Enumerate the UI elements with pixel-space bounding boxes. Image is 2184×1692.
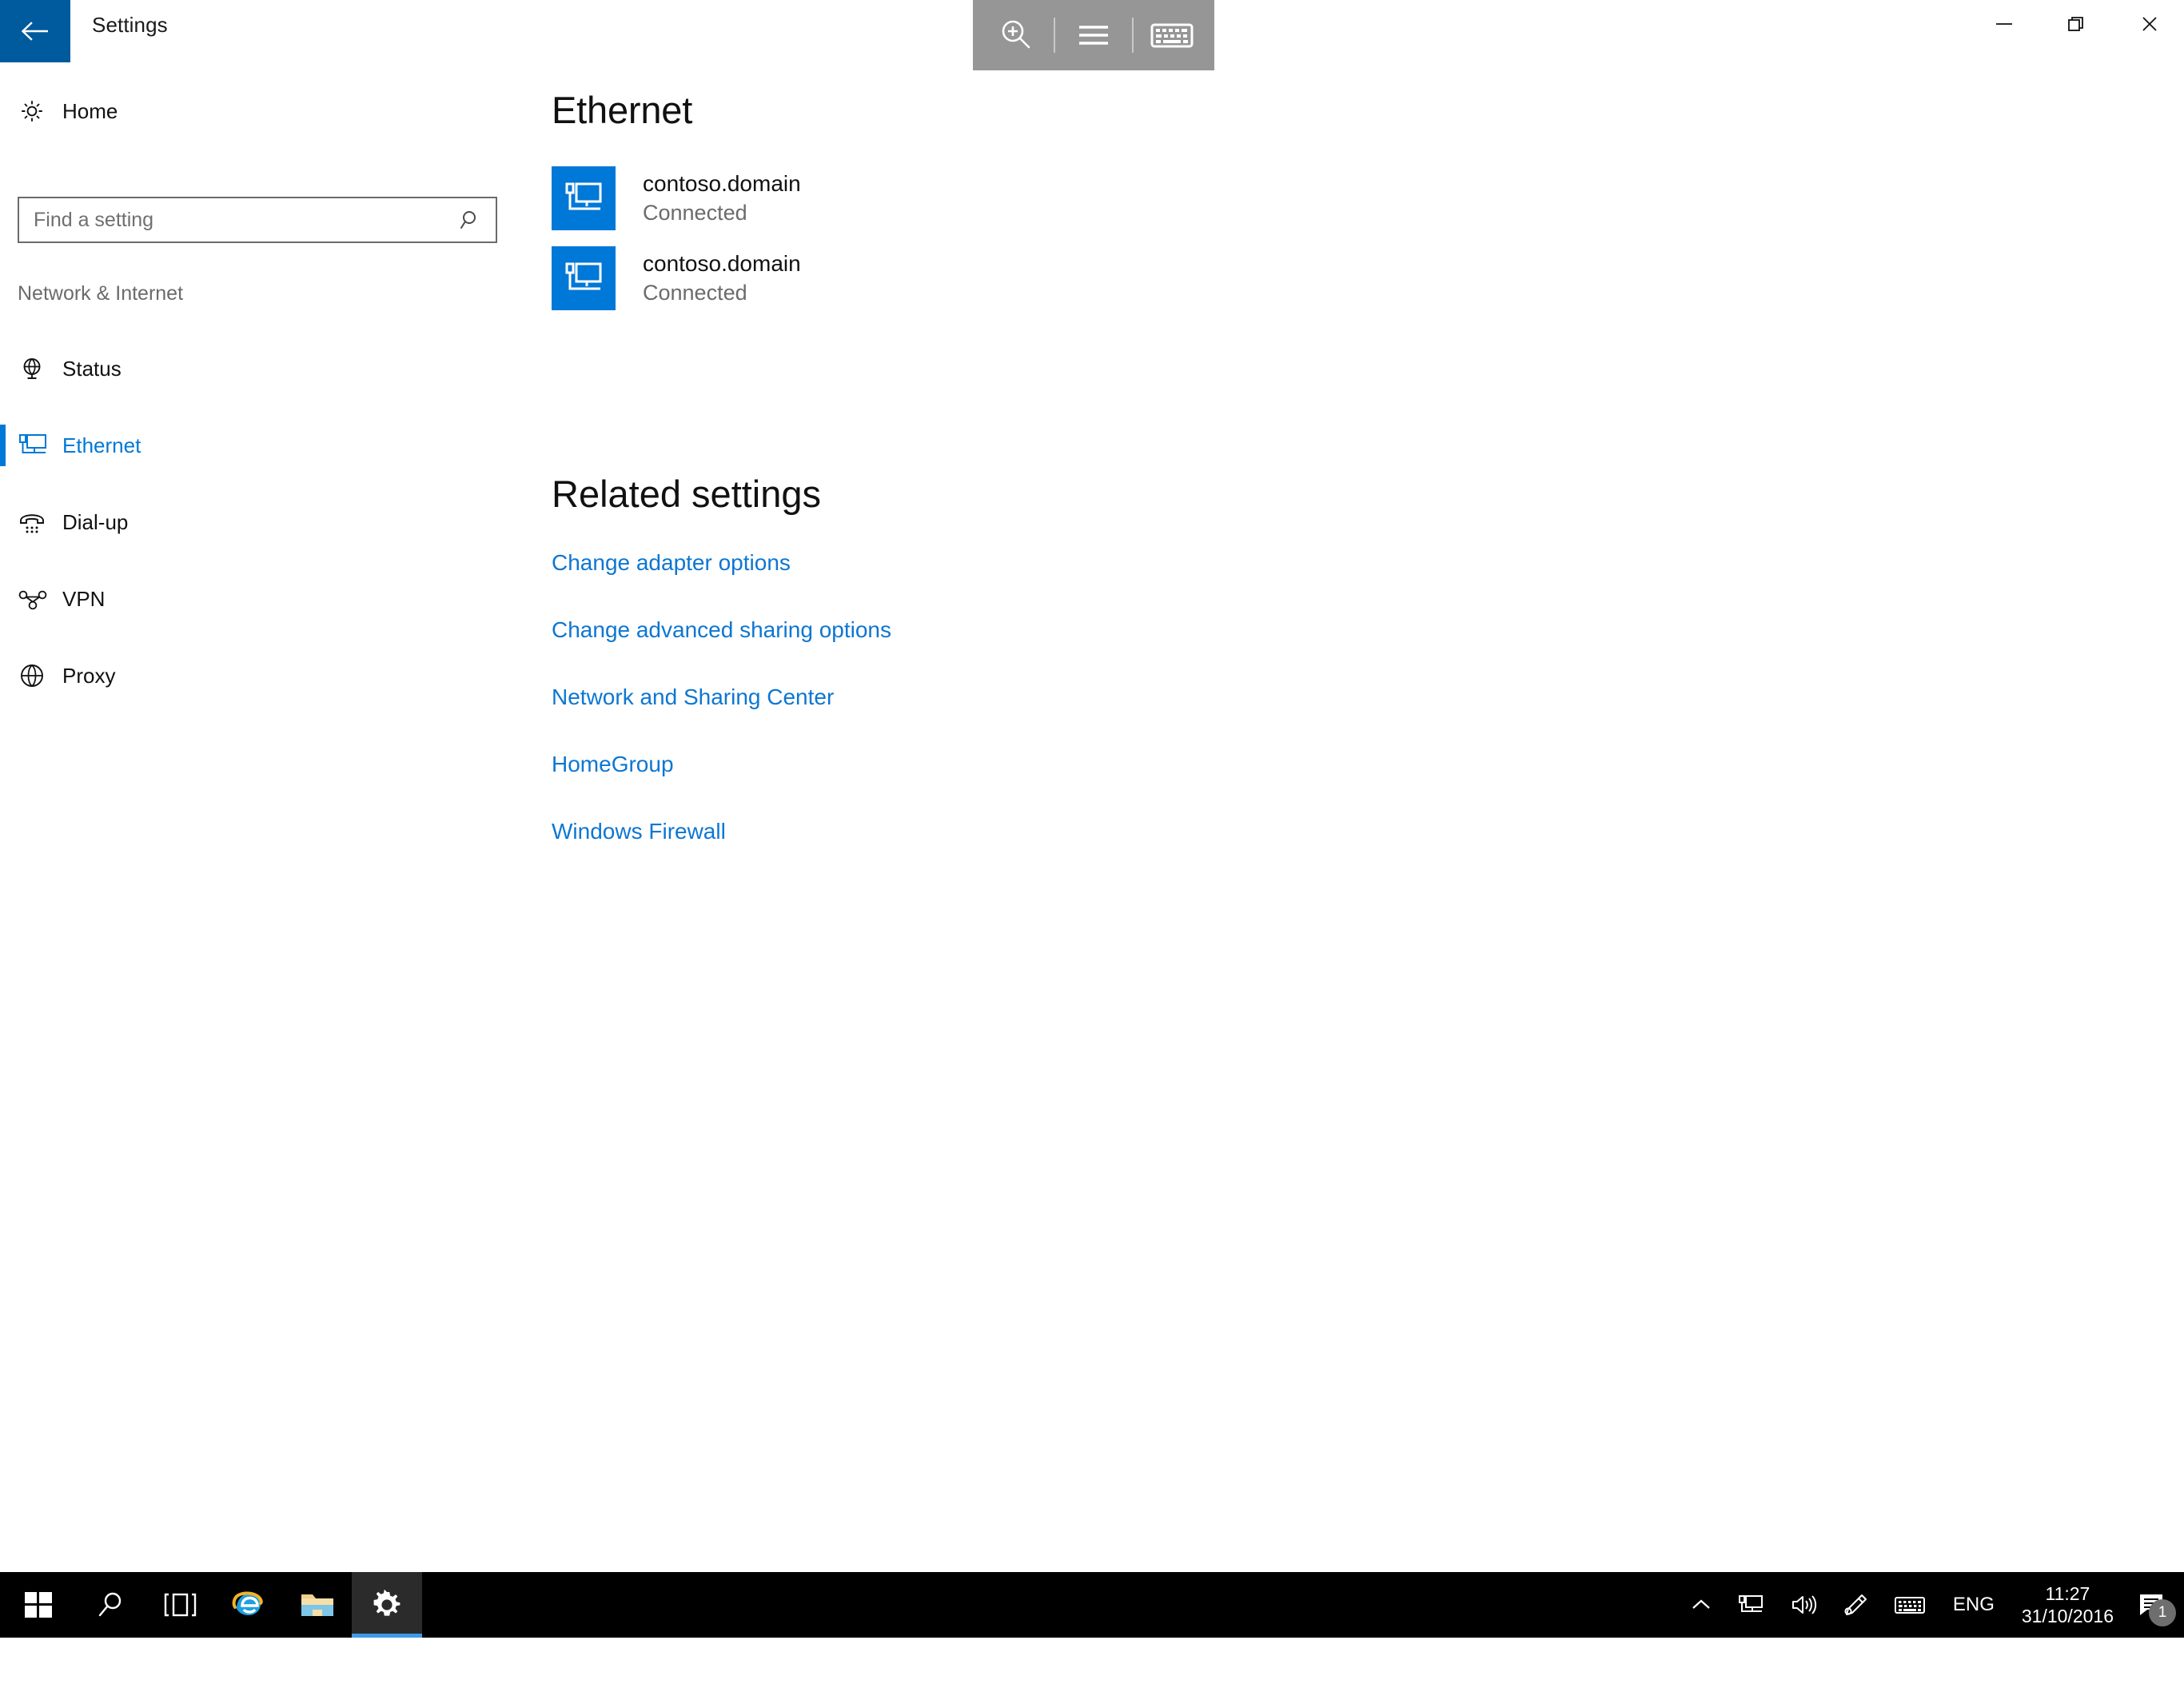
sidebar-item-home[interactable]: Home: [0, 86, 504, 136]
on-screen-keyboard-icon[interactable]: [1147, 10, 1197, 60]
clock[interactable]: 11:27 31/10/2016: [2009, 1572, 2126, 1638]
toolbar-separator: [1132, 18, 1134, 53]
window-title: Settings: [92, 13, 168, 37]
volume-icon[interactable]: [1777, 1572, 1830, 1638]
page-title: Ethernet: [552, 89, 693, 131]
globe-status-icon: [18, 354, 62, 383]
clock-date: 31/10/2016: [2021, 1606, 2114, 1626]
pen-ink-icon[interactable]: [1830, 1572, 1881, 1638]
start-button[interactable]: [0, 1572, 77, 1638]
zoom-in-icon[interactable]: [990, 10, 1040, 60]
sidebar-item-label: Dial-up: [62, 509, 129, 534]
toolbar-separator: [1054, 18, 1055, 53]
related-settings-links: Change adapter options Change advanced s…: [552, 550, 891, 886]
link-homegroup[interactable]: HomeGroup: [552, 752, 674, 777]
ethernet-monitor-tile-icon: [552, 246, 616, 310]
system-tray: ENG 11:27 31/10/2016 1: [1678, 1572, 2184, 1638]
settings-window: Settings Home Find a setting Network & I…: [0, 0, 2184, 1572]
link-change-adapter-options[interactable]: Change adapter options: [552, 550, 791, 576]
sidebar: Home Network & Internet: [0, 64, 504, 1572]
search-icon: [459, 208, 496, 232]
sidebar-item-label: Proxy: [62, 663, 116, 688]
back-button[interactable]: [0, 0, 70, 62]
sidebar-item-label: Home: [62, 98, 118, 123]
ethernet-monitor-icon: [18, 432, 62, 459]
chevron-up-icon[interactable]: [1678, 1572, 1724, 1638]
link-windows-firewall[interactable]: Windows Firewall: [552, 819, 726, 844]
accessibility-toolbar: [973, 0, 1214, 70]
notification-badge: 1: [2149, 1599, 2176, 1626]
taskbar-search-icon[interactable]: [77, 1572, 145, 1638]
gear-icon: [18, 97, 62, 126]
connection-name: contoso.domain: [643, 170, 801, 196]
main-content: Ethernet contoso.domain Connected contos…: [504, 64, 2184, 1572]
taskbar-settings-button[interactable]: [352, 1572, 422, 1638]
ethernet-connection-list: contoso.domain Connected contoso.domain …: [552, 166, 1175, 326]
task-view-icon[interactable]: [145, 1572, 214, 1638]
globe-icon: [18, 661, 62, 690]
input-language-indicator[interactable]: ENG: [1939, 1594, 2009, 1616]
link-network-and-sharing-center[interactable]: Network and Sharing Center: [552, 684, 834, 710]
sidebar-nav-list: Status Ethernet Dial-up VPN Proxy: [0, 330, 504, 714]
sidebar-category-label: Network & Internet: [18, 282, 184, 305]
hamburger-menu-icon[interactable]: [1069, 10, 1118, 60]
file-explorer-icon[interactable]: [283, 1572, 352, 1638]
restore-button[interactable]: [2043, 0, 2109, 48]
connection-status: Connected: [643, 280, 747, 305]
clock-time: 11:27: [2045, 1582, 2090, 1604]
link-change-advanced-sharing-options[interactable]: Change advanced sharing options: [552, 617, 891, 643]
connection-item[interactable]: contoso.domain Connected: [552, 166, 1175, 230]
internet-explorer-icon[interactable]: [214, 1572, 283, 1638]
sidebar-item-label: VPN: [62, 586, 106, 611]
connection-item[interactable]: contoso.domain Connected: [552, 246, 1175, 310]
touch-keyboard-icon[interactable]: [1881, 1572, 1939, 1638]
search-box[interactable]: [18, 197, 497, 243]
connection-name: contoso.domain: [643, 250, 801, 276]
close-button[interactable]: [2117, 0, 2182, 48]
minimize-button[interactable]: [1971, 0, 2037, 48]
connection-status: Connected: [643, 200, 747, 225]
sidebar-item-vpn[interactable]: VPN: [0, 561, 504, 637]
search-input[interactable]: [19, 208, 459, 232]
ethernet-monitor-tile-icon: [552, 166, 616, 230]
sidebar-item-label: Ethernet: [62, 433, 141, 457]
selection-indicator: [0, 425, 6, 466]
sidebar-item-proxy[interactable]: Proxy: [0, 637, 504, 714]
related-settings-title: Related settings: [552, 473, 822, 515]
action-center-button[interactable]: 1: [2126, 1572, 2184, 1638]
taskbar: ENG 11:27 31/10/2016 1: [0, 1572, 2184, 1638]
active-app-indicator: [352, 1634, 422, 1638]
sidebar-item-ethernet[interactable]: Ethernet: [0, 407, 504, 484]
sidebar-item-status[interactable]: Status: [0, 330, 504, 407]
network-monitor-icon[interactable]: [1724, 1572, 1777, 1638]
telephone-icon: [18, 509, 62, 536]
vpn-connector-icon: [18, 588, 62, 610]
sidebar-item-label: Status: [62, 356, 122, 381]
sidebar-item-dial-up[interactable]: Dial-up: [0, 484, 504, 561]
